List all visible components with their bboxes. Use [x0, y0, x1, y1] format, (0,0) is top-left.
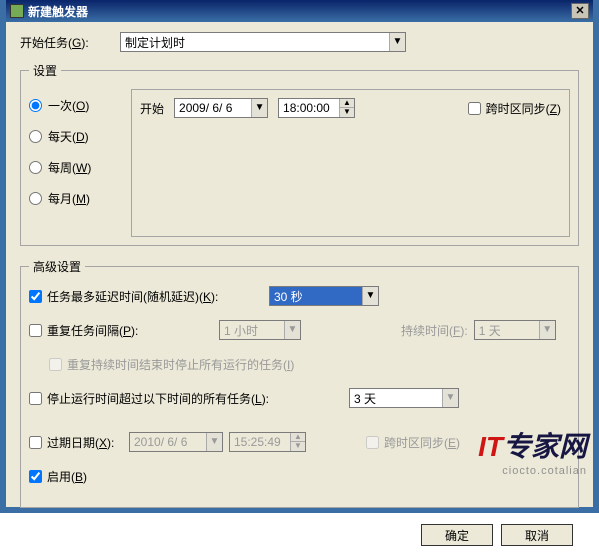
window-title: 新建触发器 [28, 3, 571, 20]
sync-timezone-checkbox[interactable]: 跨时区同步(Z) [468, 100, 561, 117]
delay-checkbox[interactable]: 任务最多延迟时间(随机延迟)(K): [29, 288, 269, 305]
expire-checkbox-input[interactable] [29, 436, 42, 449]
schedule-radio-group: 一次(O) 每天(D) 每周(W) 每月(M) [29, 89, 119, 237]
start-date-input[interactable] [175, 99, 251, 117]
begin-task-select[interactable]: ▼ [120, 32, 406, 52]
cancel-button[interactable]: 取消 [501, 524, 573, 546]
start-time-input[interactable] [279, 99, 339, 117]
dialog-body: 开始任务(G): ▼ 设置 一次(O) 每天(D) [6, 22, 593, 560]
duration-label: 持续时间(F): [401, 322, 468, 339]
repeat-duration-value [475, 321, 539, 339]
settings-group: 设置 一次(O) 每天(D) 每周(W) [20, 62, 579, 246]
begin-task-row: 开始任务(G): ▼ [20, 32, 579, 52]
enabled-checkbox[interactable]: 启用(B) [29, 468, 269, 485]
start-time-picker[interactable]: ▲▼ [278, 98, 355, 118]
stop-after-row: 停止运行时间超过以下时间的所有任务(L): ▼ [29, 387, 570, 409]
repeat-interval-value [220, 321, 284, 339]
advanced-legend: 高级设置 [29, 258, 85, 275]
dialog-window: 新建触发器 ✕ 开始任务(G): ▼ 设置 一次(O) [0, 0, 599, 513]
expire-sync-input [366, 436, 379, 449]
dropdown-icon[interactable]: ▼ [362, 287, 378, 305]
app-icon [10, 4, 24, 18]
begin-task-value[interactable] [121, 33, 389, 51]
radio-daily[interactable]: 每天(D) [29, 128, 119, 145]
radio-once[interactable]: 一次(O) [29, 97, 119, 114]
begin-task-label: 开始任务(G): [20, 34, 120, 51]
ok-button[interactable]: 确定 [421, 524, 493, 546]
stop-after-value [350, 389, 442, 407]
enabled-row: 启用(B) [29, 465, 570, 487]
expire-time-input [230, 433, 290, 451]
repeat-row: 重复任务间隔(P): ▼ 持续时间(F): ▼ [29, 319, 570, 341]
radio-monthly[interactable]: 每月(M) [29, 190, 119, 207]
expire-time-picker: ▲▼ [229, 432, 306, 452]
schedule-detail-panel: 开始 ▼ ▲▼ 跨时区同步(Z) [131, 89, 570, 237]
enabled-input[interactable] [29, 470, 42, 483]
radio-monthly-input[interactable] [29, 192, 42, 205]
stop-at-end-row: 重复持续时间结束时停止所有运行的任务(I) [49, 353, 570, 375]
radio-weekly[interactable]: 每周(W) [29, 159, 119, 176]
advanced-group: 高级设置 任务最多延迟时间(随机延迟)(K): ▼ 重复任务间隔(P): [20, 258, 579, 508]
time-spinner[interactable]: ▲▼ [339, 99, 354, 117]
delay-select[interactable]: ▼ [269, 286, 379, 306]
start-date-picker[interactable]: ▼ [174, 98, 268, 118]
button-row: 确定 取消 [20, 520, 579, 554]
start-label: 开始 [140, 100, 164, 117]
dropdown-icon: ▼ [539, 321, 555, 339]
radio-weekly-input[interactable] [29, 161, 42, 174]
settings-legend: 设置 [29, 62, 61, 79]
expire-checkbox[interactable]: 过期日期(X): [29, 434, 129, 451]
expire-date-input [130, 433, 206, 451]
delay-row: 任务最多延迟时间(随机延迟)(K): ▼ [29, 285, 570, 307]
sync-timezone-input[interactable] [468, 102, 481, 115]
repeat-checkbox-input[interactable] [29, 324, 42, 337]
expire-sync-checkbox: 跨时区同步(E) [366, 434, 460, 451]
spin-down-icon: ▼ [291, 442, 305, 451]
repeat-interval-select: ▼ [219, 320, 301, 340]
dropdown-icon[interactable]: ▼ [389, 33, 405, 51]
time-spinner: ▲▼ [290, 433, 305, 451]
repeat-duration-select: ▼ [474, 320, 556, 340]
calendar-dropdown-icon[interactable]: ▼ [251, 99, 267, 117]
stop-after-select: ▼ [349, 388, 459, 408]
radio-once-input[interactable] [29, 99, 42, 112]
close-button[interactable]: ✕ [571, 3, 589, 19]
expire-row: 过期日期(X): ▼ ▲▼ 跨时区同步(E) [29, 431, 570, 453]
delay-checkbox-input[interactable] [29, 290, 42, 303]
stop-at-end-input [49, 358, 62, 371]
spin-down-icon[interactable]: ▼ [340, 108, 354, 117]
radio-daily-input[interactable] [29, 130, 42, 143]
repeat-checkbox[interactable]: 重复任务间隔(P): [29, 322, 219, 339]
dropdown-icon: ▼ [284, 321, 300, 339]
calendar-dropdown-icon: ▼ [206, 433, 222, 451]
delay-value[interactable] [270, 287, 362, 305]
expire-date-picker: ▼ [129, 432, 223, 452]
titlebar: 新建触发器 ✕ [6, 0, 593, 22]
dropdown-icon: ▼ [442, 389, 458, 407]
stop-at-end-checkbox: 重复持续时间结束时停止所有运行的任务(I) [49, 356, 369, 373]
stop-after-checkbox[interactable]: 停止运行时间超过以下时间的所有任务(L): [29, 390, 349, 407]
stop-after-input[interactable] [29, 392, 42, 405]
